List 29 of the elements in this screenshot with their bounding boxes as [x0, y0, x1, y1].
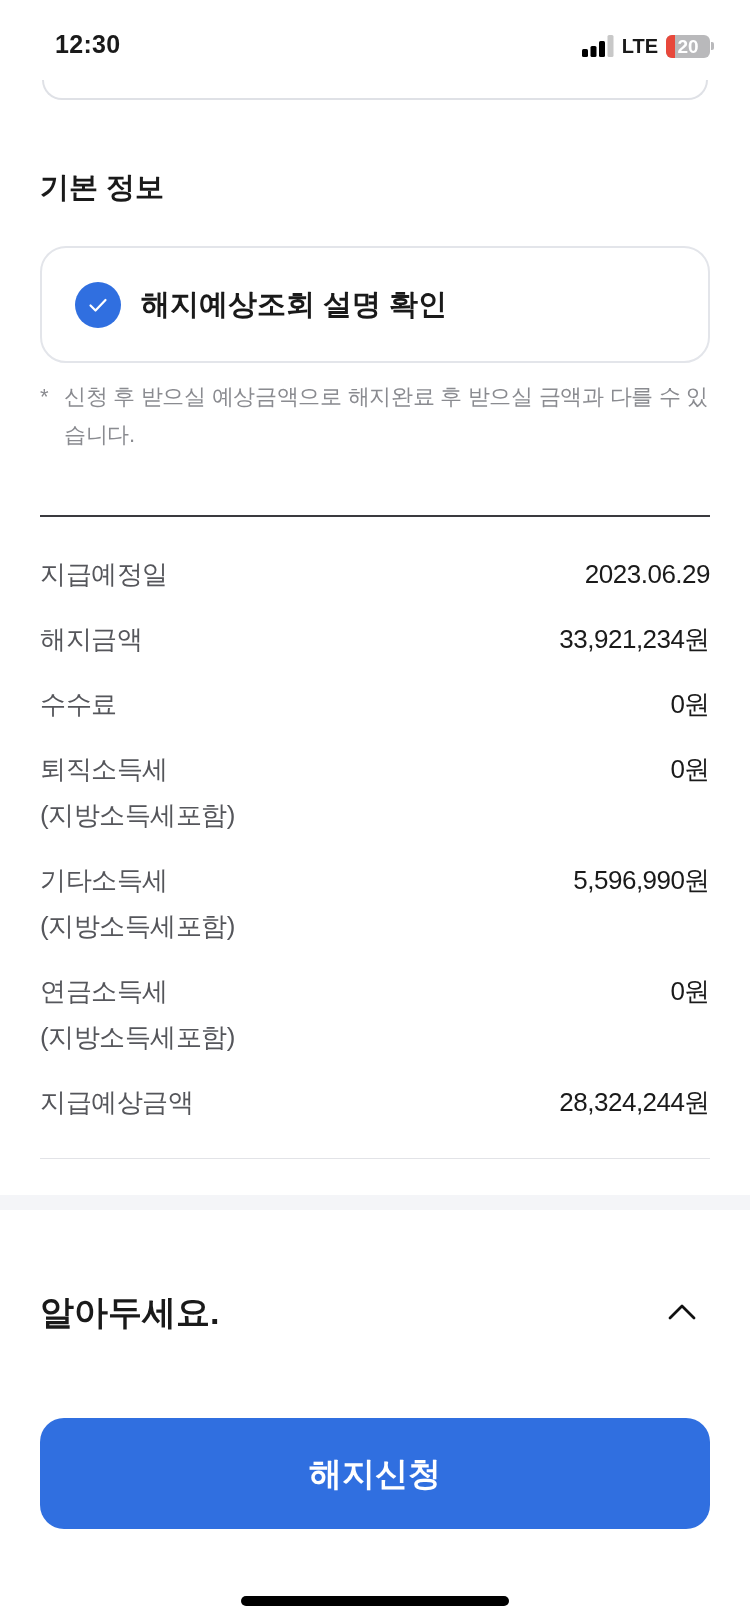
notice-title: 알아두세요.: [40, 1292, 220, 1333]
detail-value: 0원: [670, 688, 710, 721]
primary-button[interactable]: 해지신청: [40, 1418, 710, 1529]
detail-sublabel: (지방소득세포함): [40, 1021, 235, 1054]
note-asterisk: *: [40, 383, 50, 411]
signal-icon: [581, 35, 614, 57]
note-text: 신청 후 받으실 예상금액으로 해지완료 후 받으실 금액과 다를 수 있습니다.: [64, 383, 710, 449]
detail-value: 2023.06.29: [584, 558, 710, 591]
detail-value: 33,921,234원: [559, 623, 710, 656]
detail-label: 연금소득세: [40, 975, 169, 1008]
detail-label: 지급예상금액: [40, 1086, 193, 1119]
detail-sublabel: (지방소득세포함): [40, 799, 235, 832]
detail-label: 퇴직소득세: [40, 753, 169, 786]
section-title: 기본 정보: [40, 170, 166, 205]
check-circle-icon[interactable]: [75, 281, 121, 328]
confirm-checkbox[interactable]: 해지예상조회 설명 확인: [40, 246, 710, 363]
detail-sublabel: (지방소득세포함): [40, 910, 235, 943]
detail-value: 5,596,990원: [573, 864, 710, 897]
detail-value: 28,324,244원: [559, 1086, 710, 1119]
status-time: 12:30: [55, 30, 121, 58]
detail-value: 0원: [670, 975, 710, 1008]
network-label: LTE: [621, 34, 658, 58]
battery-indicator: 20: [666, 34, 714, 58]
detail-label: 지급예정일: [40, 558, 168, 591]
detail-value: 0원: [670, 753, 710, 786]
detail-label: 수수료: [40, 688, 117, 721]
detail-label: 기타소득세: [40, 864, 169, 897]
detail-label: 해지금액: [40, 623, 142, 656]
chevron-icon[interactable]: [668, 1304, 696, 1320]
